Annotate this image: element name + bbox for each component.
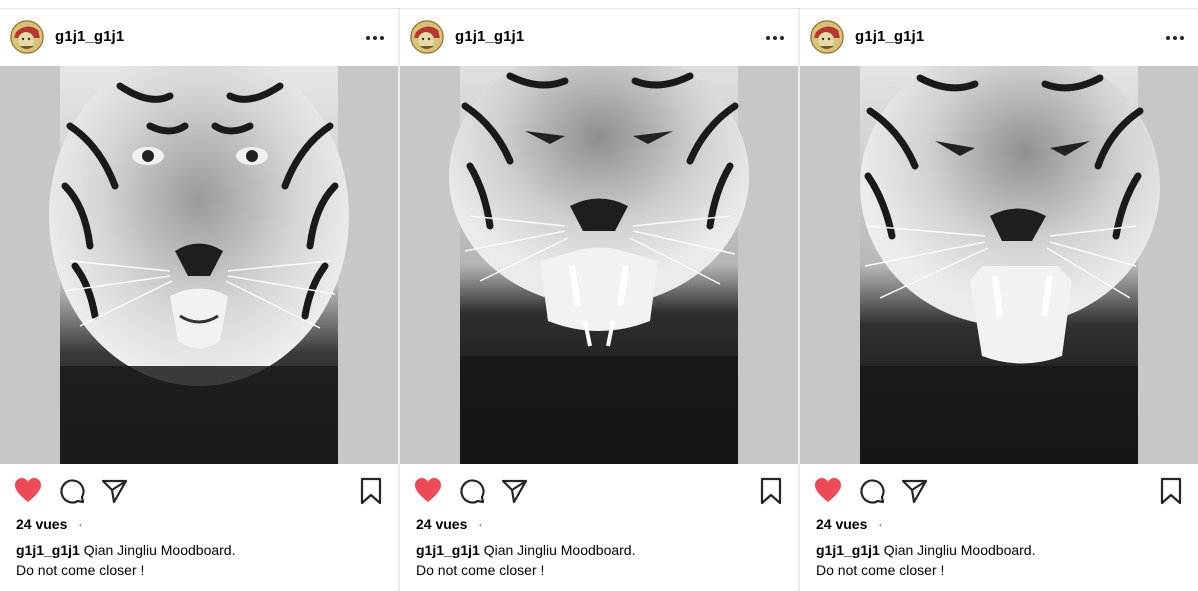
view-count[interactable]: 24 vues — [816, 516, 867, 532]
tiger-snarling-photo — [800, 66, 1198, 464]
caption-username[interactable]: g1j1_g1j1 — [416, 542, 480, 558]
view-count[interactable]: 24 vues — [16, 516, 67, 532]
caption-text: Qian Jingliu Moodboard. — [883, 542, 1036, 558]
avatar[interactable] — [410, 20, 444, 54]
bookmark-icon[interactable] — [1157, 477, 1185, 505]
separator-dot: · — [78, 516, 83, 532]
comment-icon[interactable] — [858, 477, 886, 505]
share-icon[interactable] — [901, 477, 929, 505]
caption-line-2: Do not come closer ! — [16, 562, 145, 578]
post-card: g1j1_g1j1 24 vues · g1j1_g1j1 Qian Jingl… — [800, 9, 1198, 591]
tiger-photo — [0, 66, 398, 464]
caption-line-2: Do not come closer ! — [416, 562, 545, 578]
post-media[interactable] — [400, 66, 798, 464]
post-header: g1j1_g1j1 — [400, 9, 798, 66]
post-username[interactable]: g1j1_g1j1 — [855, 28, 924, 45]
post-actions — [800, 477, 1198, 507]
bookmark-icon[interactable] — [757, 477, 785, 505]
more-icon[interactable] — [764, 35, 786, 41]
avatar-image — [10, 20, 44, 54]
caption-line-2: Do not come closer ! — [816, 562, 945, 578]
post-actions — [400, 477, 798, 507]
caption-text: Qian Jingliu Moodboard. — [83, 542, 236, 558]
post-username[interactable]: g1j1_g1j1 — [455, 28, 524, 45]
post-username[interactable]: g1j1_g1j1 — [55, 28, 124, 45]
avatar-image — [410, 20, 444, 54]
caption: g1j1_g1j1 Qian Jingliu Moodboard. Do not… — [816, 540, 1186, 580]
post-card: g1j1_g1j1 24 vues · g1j1_g1j1 Qian Jingl… — [400, 9, 798, 591]
separator-dot: · — [878, 516, 883, 532]
caption-username[interactable]: g1j1_g1j1 — [16, 542, 80, 558]
post-media[interactable] — [0, 66, 398, 464]
post-card: g1j1_g1j1 24 vues · g1j1_g1j1 Qian Jingl… — [0, 9, 398, 591]
post-header: g1j1_g1j1 — [800, 9, 1198, 66]
feed: g1j1_g1j1 24 vues · g1j1_g1j1 Qian Jingl… — [0, 0, 1198, 591]
bookmark-icon[interactable] — [357, 477, 385, 505]
caption: g1j1_g1j1 Qian Jingliu Moodboard. Do not… — [16, 540, 386, 580]
comment-icon[interactable] — [58, 477, 86, 505]
avatar[interactable] — [810, 20, 844, 54]
heart-icon[interactable] — [814, 477, 842, 505]
post-header: g1j1_g1j1 — [0, 9, 398, 66]
post-media[interactable] — [800, 66, 1198, 464]
comment-icon[interactable] — [458, 477, 486, 505]
more-icon[interactable] — [364, 35, 386, 41]
avatar-image — [810, 20, 844, 54]
more-icon[interactable] — [1164, 35, 1186, 41]
avatar[interactable] — [10, 20, 44, 54]
view-count[interactable]: 24 vues — [416, 516, 467, 532]
post-actions — [0, 477, 398, 507]
tiger-roaring-photo — [400, 66, 798, 464]
heart-icon[interactable] — [14, 477, 42, 505]
caption-text: Qian Jingliu Moodboard. — [483, 542, 636, 558]
caption: g1j1_g1j1 Qian Jingliu Moodboard. Do not… — [416, 540, 786, 580]
separator-dot: · — [478, 516, 483, 532]
heart-icon[interactable] — [414, 477, 442, 505]
caption-username[interactable]: g1j1_g1j1 — [816, 542, 880, 558]
share-icon[interactable] — [101, 477, 129, 505]
share-icon[interactable] — [501, 477, 529, 505]
